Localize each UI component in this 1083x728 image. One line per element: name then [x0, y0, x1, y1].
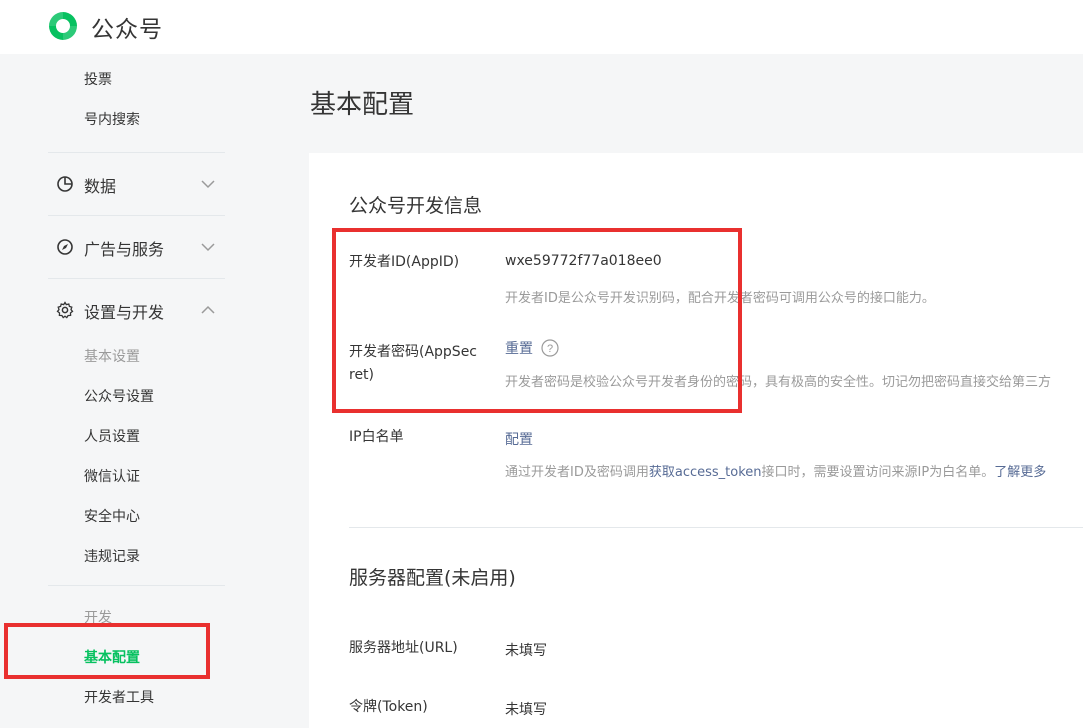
section-divider	[349, 527, 1083, 528]
appsecret-description: 开发者密码是校验公众号开发者身份的密码，具有极高的安全性。切记勿把密码直接交给第…	[505, 375, 1052, 390]
ip-desc-prefix: 通过开发者ID及密码调用	[505, 465, 649, 480]
sidebar-item-search[interactable]: 号内搜索	[84, 109, 140, 129]
gear-icon	[56, 301, 74, 319]
learn-more-link[interactable]: 了解更多	[994, 465, 1046, 480]
config-card: 公众号开发信息 开发者ID(AppID) wxe59772f77a018ee0 …	[309, 153, 1083, 728]
sidebar-item-basic-config[interactable]: 基本配置	[84, 647, 140, 667]
appid-label: 开发者ID(AppID)	[349, 254, 460, 270]
section-title-dev-info: 公众号开发信息	[349, 195, 483, 217]
sidebar-item-developer-tools[interactable]: 开发者工具	[84, 687, 154, 707]
server-url-label: 服务器地址(URL)	[349, 640, 458, 656]
section-title-server-config: 服务器配置(未启用)	[349, 567, 516, 589]
appsecret-label-line2: ret)	[349, 367, 375, 383]
top-bar: 公众号	[0, 0, 1083, 54]
sidebar-divider	[48, 215, 225, 216]
sidebar-item-vote[interactable]: 投票	[84, 69, 112, 89]
sidebar-section-dev-header: 开发	[84, 610, 112, 626]
page-title: 基本配置	[310, 90, 415, 120]
sidebar-item-basic-settings[interactable]: 基本设置	[84, 346, 140, 366]
wechat-official-account-logo-icon[interactable]	[46, 9, 80, 43]
token-value: 未填写	[505, 702, 547, 718]
access-token-link[interactable]: 获取access_token	[649, 465, 762, 480]
sidebar-divider	[48, 585, 225, 586]
sidebar-divider	[48, 152, 225, 153]
sidebar-divider	[48, 278, 225, 279]
sidebar-group-data[interactable]: 数据	[56, 172, 226, 196]
svg-text:?: ?	[547, 343, 553, 355]
ip-whitelist-config-link[interactable]: 配置	[505, 429, 533, 449]
sidebar-group-label: 数据	[84, 177, 117, 196]
chart-pie-icon	[57, 176, 73, 192]
server-url-value: 未填写	[505, 643, 547, 659]
appid-value[interactable]: wxe59772f77a018ee0	[505, 253, 662, 269]
appsecret-label-line1: 开发者密码(AppSec	[349, 344, 478, 360]
chevron-down-icon	[201, 180, 215, 189]
question-help-icon[interactable]: ?	[541, 339, 559, 357]
sidebar-group-label: 广告与服务	[84, 240, 165, 259]
ip-whitelist-label: IP白名单	[349, 429, 404, 445]
brand-name: 公众号	[91, 17, 163, 43]
sidebar-item-security-center[interactable]: 安全中心	[84, 506, 140, 526]
sidebar-item-violation-records[interactable]: 违规记录	[84, 546, 140, 566]
token-label: 令牌(Token)	[349, 699, 428, 715]
compass-icon	[57, 239, 73, 255]
ip-whitelist-description: 通过开发者ID及密码调用获取access_token接口时，需要设置访问来源IP…	[505, 461, 1046, 480]
ip-desc-suffix: 接口时，需要设置访问来源IP为白名单。	[761, 465, 995, 480]
chevron-up-icon	[201, 305, 215, 314]
sidebar-item-wechat-verification[interactable]: 微信认证	[84, 466, 140, 486]
appsecret-label: 开发者密码(AppSec ret)	[349, 341, 489, 387]
sidebar-item-staff-settings[interactable]: 人员设置	[84, 426, 140, 446]
sidebar: 投票 号内搜索 数据 广告与服务 设置与开发 基本设置 公众号设置 人员设置 微…	[0, 54, 260, 728]
sidebar-group-label: 设置与开发	[84, 303, 165, 322]
sidebar-group-ads-services[interactable]: 广告与服务	[56, 235, 226, 259]
reset-secret-link[interactable]: 重置	[505, 338, 533, 358]
sidebar-group-settings-dev[interactable]: 设置与开发	[56, 298, 226, 322]
sidebar-item-account-settings[interactable]: 公众号设置	[84, 386, 154, 406]
chevron-down-icon	[201, 243, 215, 252]
appid-description: 开发者ID是公众号开发识别码，配合开发者密码可调用公众号的接口能力。	[505, 291, 935, 306]
